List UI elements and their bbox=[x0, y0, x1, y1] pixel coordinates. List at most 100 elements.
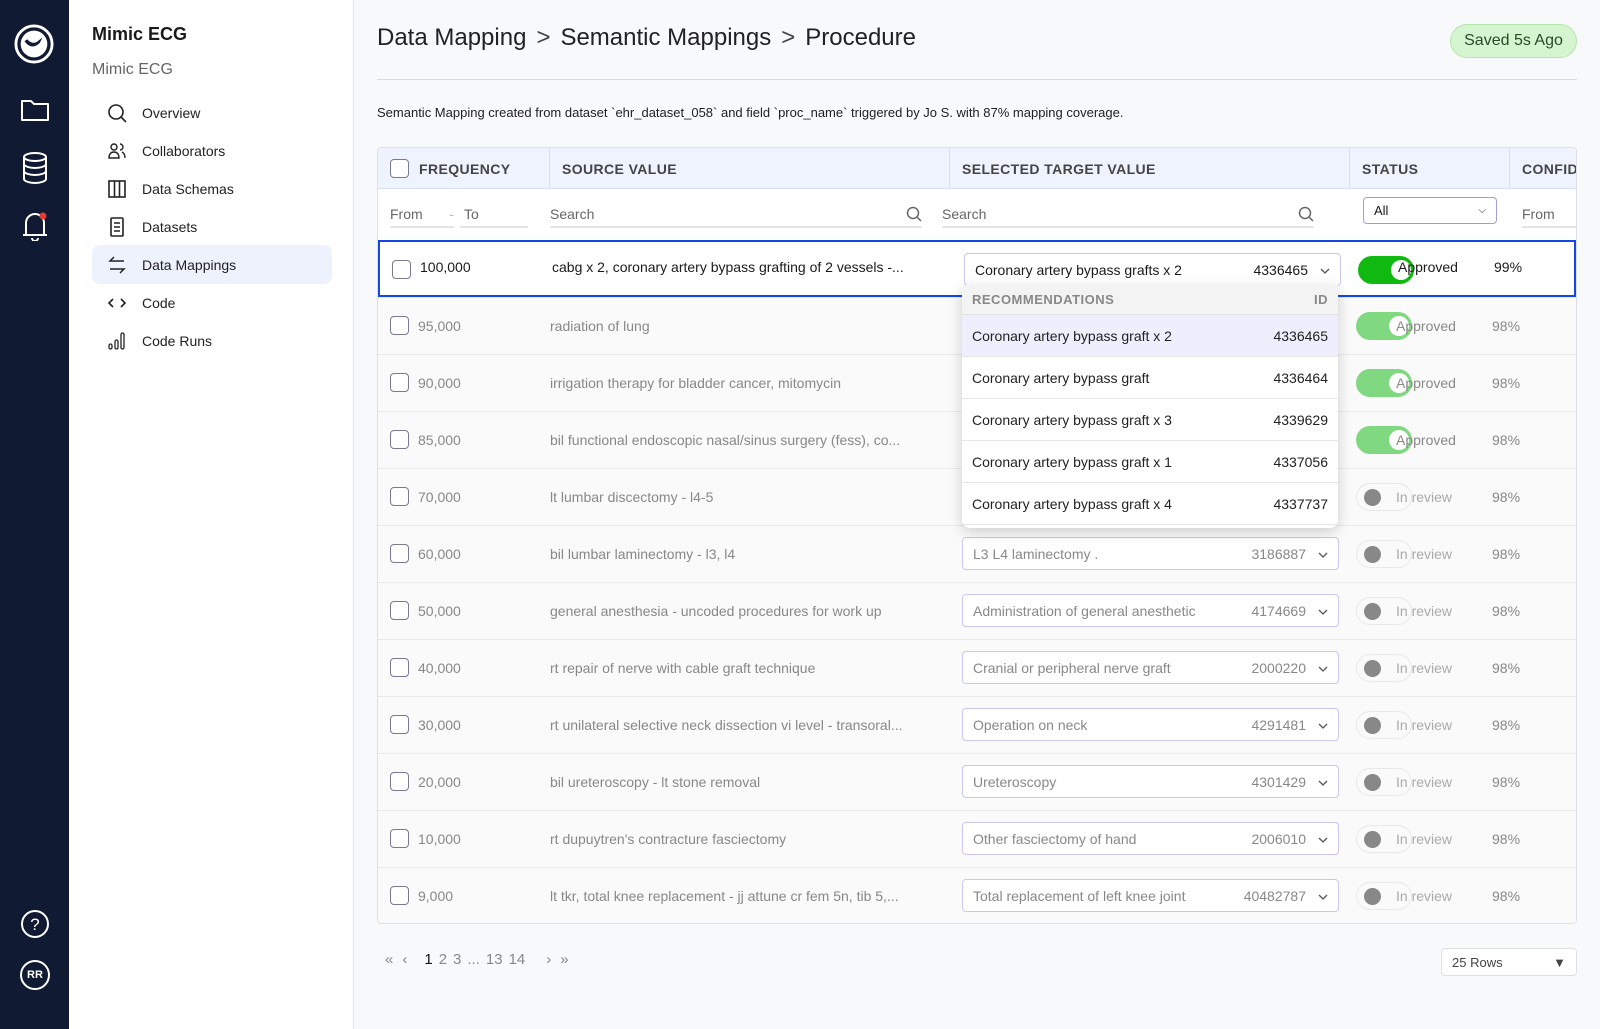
frequency-cell: 20,000 bbox=[418, 774, 461, 790]
table-header: FREQUENCY SOURCE VALUE SELECTED TARGET V… bbox=[378, 148, 1576, 189]
status-label: In review bbox=[1396, 660, 1453, 676]
table-row[interactable]: 20,000 bil ureteroscopy - lt stone remova… bbox=[378, 753, 1576, 810]
frequency-to-input[interactable]: To bbox=[460, 202, 528, 228]
target-value-select[interactable]: Other fasciectomy of hand 2006010 bbox=[962, 822, 1339, 855]
page-button[interactable]: 1 bbox=[424, 951, 432, 968]
header-status[interactable]: STATUS bbox=[1350, 148, 1510, 189]
recommendation-option[interactable]: Coronary artery bypass graft x 2 4336465 bbox=[962, 315, 1338, 357]
status-label: In review bbox=[1396, 489, 1453, 505]
columns-icon bbox=[92, 179, 142, 199]
sidebar-item-datasets[interactable]: Datasets bbox=[92, 207, 332, 246]
page-button[interactable]: 3 bbox=[453, 951, 461, 968]
row-checkbox[interactable] bbox=[390, 430, 409, 449]
next-page-button[interactable]: › bbox=[546, 951, 551, 968]
toggle-knob bbox=[1364, 546, 1381, 563]
prev-page-button[interactable]: ‹ bbox=[402, 951, 407, 968]
chevron-down-icon bbox=[1318, 774, 1328, 790]
status-filter-select[interactable]: All ⌵ bbox=[1363, 197, 1497, 224]
sidebar-item-data-schemas[interactable]: Data Schemas bbox=[92, 169, 332, 208]
confidence-cell: 99% bbox=[1494, 258, 1523, 275]
table-row[interactable]: 50,000 general anesthesia - uncoded proce… bbox=[378, 582, 1576, 639]
table-row[interactable]: 40,000 rt repair of nerve with cable graf… bbox=[378, 639, 1576, 696]
status-label: Approved bbox=[1396, 432, 1456, 448]
row-checkbox[interactable] bbox=[390, 601, 409, 620]
sidebar-item-collaborators[interactable]: Collaborators bbox=[92, 131, 332, 170]
target-value-select[interactable]: Operation on neck 4291481 bbox=[962, 708, 1339, 741]
sidebar-item-code[interactable]: Code bbox=[92, 283, 332, 322]
confidence-cell: 98% bbox=[1492, 489, 1521, 505]
chevron-down-icon bbox=[1318, 831, 1328, 847]
row-checkbox[interactable] bbox=[390, 544, 409, 563]
database-icon[interactable] bbox=[17, 150, 53, 186]
recommendations-dropdown: RECOMMENDATIONS ID Coronary artery bypass… bbox=[962, 285, 1338, 528]
select-all-checkbox[interactable] bbox=[390, 159, 409, 178]
recommendation-option[interactable]: Coronary artery bypass graft x 4 4337737 bbox=[962, 483, 1338, 525]
table-row[interactable]: 10,000 rt dupuytren's contracture fasciec… bbox=[378, 810, 1576, 867]
sidebar-item-overview[interactable]: Overview bbox=[92, 93, 332, 132]
bell-icon[interactable] bbox=[17, 208, 53, 244]
row-checkbox[interactable] bbox=[390, 316, 409, 335]
confidence-from-input[interactable]: From bbox=[1522, 202, 1576, 228]
row-checkbox[interactable] bbox=[390, 658, 409, 677]
target-value-select[interactable]: L3 L4 laminectomy . 3186887 bbox=[962, 537, 1339, 570]
first-page-button[interactable]: « bbox=[385, 951, 393, 968]
help-icon[interactable]: ? bbox=[17, 906, 53, 942]
mappings-table: FREQUENCY SOURCE VALUE SELECTED TARGET V… bbox=[377, 147, 1577, 924]
table-row[interactable]: 60,000 bil lumbar laminectomy - l3, l4 L3 … bbox=[378, 525, 1576, 582]
row-checkbox[interactable] bbox=[390, 373, 409, 392]
row-checkbox[interactable] bbox=[390, 772, 409, 791]
row-checkbox[interactable] bbox=[390, 487, 409, 506]
status-label: In review bbox=[1396, 717, 1453, 733]
sidebar-item-label: Data Mappings bbox=[142, 256, 237, 273]
row-checkbox[interactable] bbox=[390, 829, 409, 848]
rows-per-page-select[interactable]: 25 Rows ▼ bbox=[1441, 948, 1577, 976]
arrows-swap-icon bbox=[92, 255, 142, 275]
confidence-cell: 98% bbox=[1492, 318, 1521, 334]
target-search-input[interactable]: Search bbox=[942, 202, 1314, 228]
header-confidence[interactable]: CONFID bbox=[1510, 148, 1576, 189]
target-value-select[interactable]: Ureteroscopy 4301429 bbox=[962, 765, 1339, 798]
user-avatar[interactable]: RR bbox=[17, 957, 53, 993]
recommendation-option[interactable]: Coronary artery bypass graft x 1 4337056 bbox=[962, 441, 1338, 483]
table-row[interactable]: 30,000 rt unilateral selective neck disse… bbox=[378, 696, 1576, 753]
page-button[interactable]: 14 bbox=[509, 951, 526, 968]
row-checkbox[interactable] bbox=[392, 260, 411, 279]
source-value-cell: lt tkr, total knee replacement - jj attu… bbox=[550, 888, 899, 904]
target-value-label: Other fasciectomy of hand bbox=[973, 830, 1137, 847]
row-checkbox[interactable] bbox=[390, 715, 409, 734]
recommendations-header: RECOMMENDATIONS ID bbox=[962, 285, 1338, 315]
folder-icon[interactable] bbox=[17, 92, 53, 128]
frequency-from-input[interactable]: From - bbox=[390, 202, 454, 228]
last-page-button[interactable]: » bbox=[560, 951, 568, 968]
page-button[interactable]: 13 bbox=[486, 951, 503, 968]
target-value-select[interactable]: Cranial or peripheral nerve graft 2000220 bbox=[962, 651, 1339, 684]
sidebar-item-code-runs[interactable]: Code Runs bbox=[92, 321, 332, 360]
header-selected-target-value[interactable]: SELECTED TARGET VALUE bbox=[950, 148, 1350, 189]
sidebar-item-data-mappings[interactable]: Data Mappings bbox=[92, 245, 332, 284]
logo-icon[interactable] bbox=[14, 24, 54, 64]
project-subtitle: Mimic ECG bbox=[92, 61, 173, 78]
chevron-down-icon bbox=[1318, 546, 1328, 562]
header-source-value[interactable]: SOURCE VALUE bbox=[550, 148, 950, 189]
mapping-description: Semantic Mapping created from dataset `e… bbox=[377, 105, 1124, 120]
header-frequency[interactable]: FREQUENCY bbox=[378, 148, 550, 189]
chevron-down-icon bbox=[1318, 717, 1328, 733]
target-value-label: Ureteroscopy bbox=[973, 773, 1057, 790]
row-checkbox[interactable] bbox=[390, 886, 409, 905]
target-id: 4291481 bbox=[1251, 716, 1306, 733]
source-search-input[interactable]: Search bbox=[550, 202, 922, 228]
frequency-cell: 10,000 bbox=[418, 831, 461, 847]
target-value-select[interactable]: Total replacement of left knee joint 4048… bbox=[962, 879, 1339, 912]
table-row[interactable]: 9,000 lt tkr, total knee replacement - jj… bbox=[378, 867, 1576, 923]
target-value-select[interactable]: Coronary artery bypass grafts x 2 4336465 bbox=[964, 253, 1341, 286]
target-value-select[interactable]: Administration of general anesthetic 4174… bbox=[962, 594, 1339, 627]
target-id: 4174669 bbox=[1251, 602, 1306, 619]
status-label: In review bbox=[1396, 774, 1453, 790]
toggle-knob bbox=[1364, 660, 1381, 677]
breadcrumb-data-mapping[interactable]: Data Mapping bbox=[377, 24, 526, 52]
recommendation-option[interactable]: Coronary artery bypass graft x 3 4339629 bbox=[962, 399, 1338, 441]
toggle-knob bbox=[1364, 717, 1381, 734]
page-button[interactable]: 2 bbox=[439, 951, 447, 968]
recommendation-option[interactable]: Coronary artery bypass graft 4336464 bbox=[962, 357, 1338, 399]
breadcrumb-semantic-mappings[interactable]: Semantic Mappings bbox=[560, 24, 771, 52]
